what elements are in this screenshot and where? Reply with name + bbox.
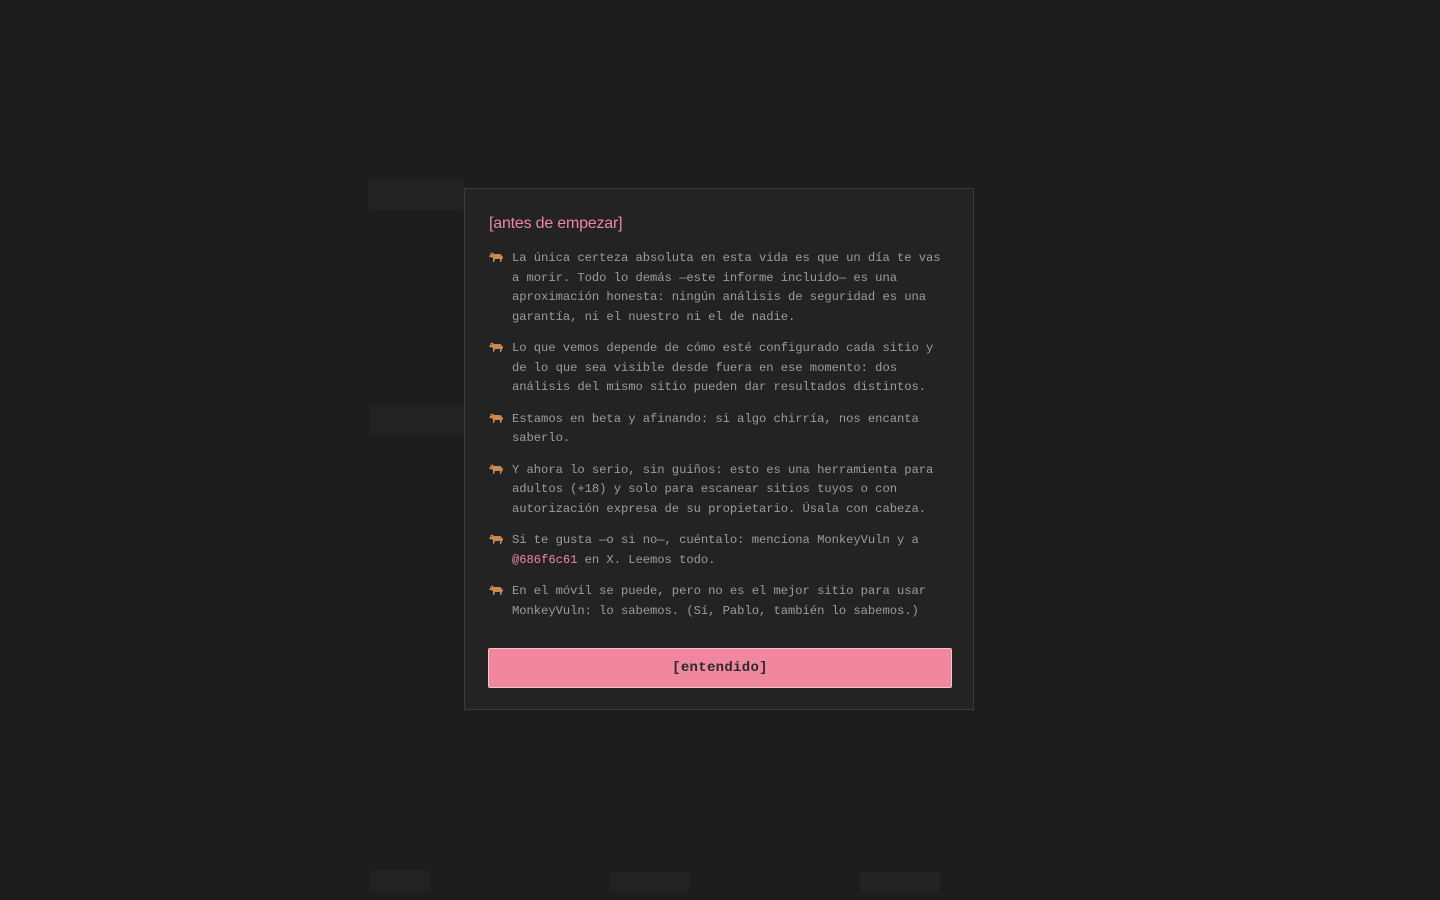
note-text: En el móvil se puede, pero no es el mejo… bbox=[512, 584, 927, 618]
background-block bbox=[610, 872, 690, 892]
background-block bbox=[368, 180, 464, 210]
monkey-icon bbox=[488, 531, 512, 545]
note-item: La única certeza absoluta en esta vida e… bbox=[488, 249, 950, 327]
note-text: Lo que vemos depende de cómo esté config… bbox=[512, 341, 934, 394]
note-item: Lo que vemos depende de cómo esté config… bbox=[488, 339, 950, 398]
notes-list: La única certeza absoluta en esta vida e… bbox=[488, 249, 950, 621]
note-item: Estamos en beta y afinando: si algo chir… bbox=[488, 410, 950, 449]
disclaimer-dialog: [antes de empezar] La única certeza abso… bbox=[464, 188, 974, 710]
background-block bbox=[860, 872, 940, 892]
note-text-before: Si te gusta —o si no—, cuéntalo: mencion… bbox=[512, 533, 919, 547]
background-block bbox=[370, 405, 464, 435]
monkey-icon bbox=[488, 582, 512, 596]
monkey-icon bbox=[488, 410, 512, 424]
dialog-title: [antes de empezar] bbox=[489, 215, 623, 232]
understood-button[interactable]: [entendido] bbox=[488, 648, 952, 688]
monkey-icon bbox=[488, 461, 512, 475]
note-item: En el móvil se puede, pero no es el mejo… bbox=[488, 582, 950, 621]
note-text: Estamos en beta y afinando: si algo chir… bbox=[512, 411, 919, 446]
monkey-icon bbox=[488, 249, 512, 263]
note-item: Si te gusta —o si no—, cuéntalo: mencion… bbox=[488, 531, 950, 570]
x-handle-link[interactable]: @686f6c61 bbox=[512, 553, 577, 567]
note-text: Si te gusta —o si no—, cuéntalo: mencion… bbox=[512, 531, 950, 570]
monkey-icon bbox=[488, 339, 512, 353]
note-text-after: en X. Leemos todo. bbox=[577, 552, 716, 567]
note-item: Y ahora lo serio, sin guiños: esto es un… bbox=[488, 461, 950, 520]
background-block bbox=[370, 870, 430, 892]
note-text: La única certeza absoluta en esta vida e… bbox=[512, 251, 941, 324]
note-text: Y ahora lo serio, sin guiños: esto es un… bbox=[512, 462, 934, 516]
